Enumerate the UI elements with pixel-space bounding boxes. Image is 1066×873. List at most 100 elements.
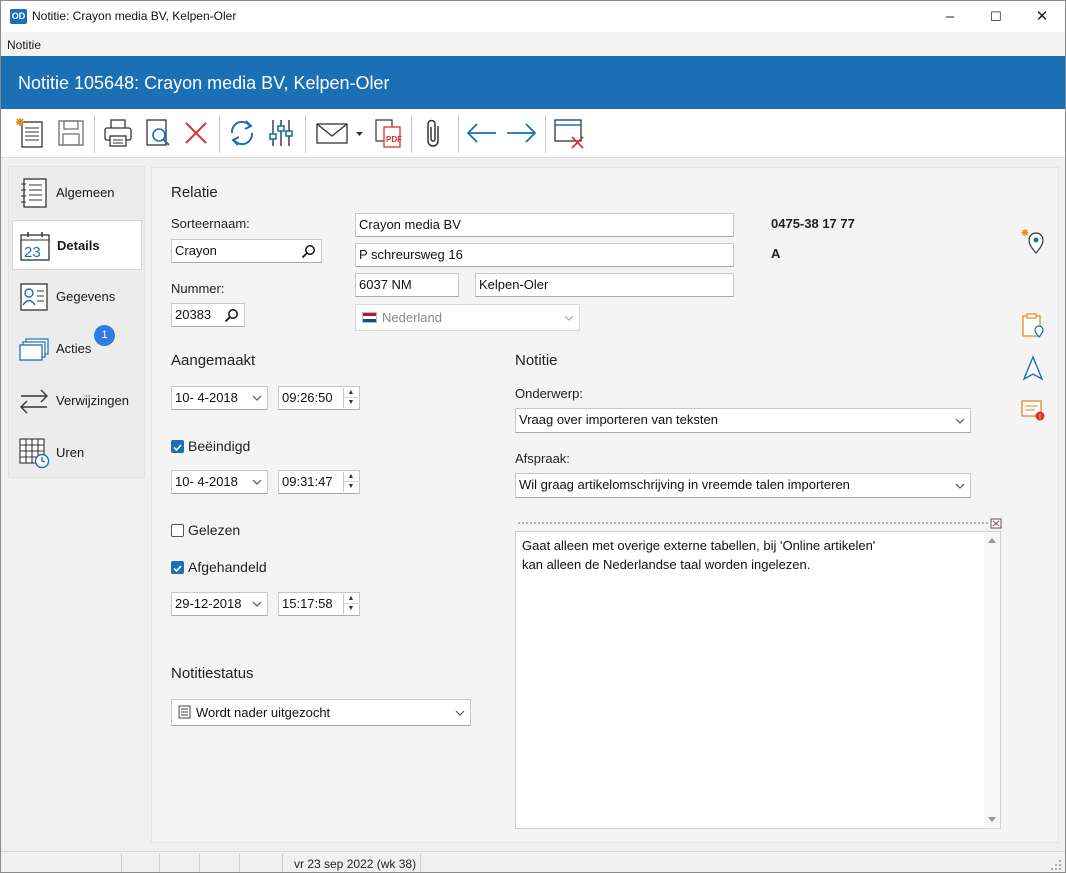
sidebar-item-gegevens[interactable]: Gegevens [12, 272, 142, 322]
navigate-icon[interactable] [1020, 355, 1046, 381]
refresh-icon[interactable] [224, 115, 260, 151]
nummer-value: 20383 [175, 307, 212, 322]
note-textarea[interactable]: Gaat alleen met overige externe tabellen… [515, 531, 1001, 829]
note-text-line-2: kan alleen de Nederlandse taal worden in… [522, 557, 811, 572]
chevron-down-icon [955, 483, 965, 489]
afgehandeld-checkbox[interactable] [171, 561, 184, 574]
resize-grip[interactable] [517, 521, 989, 525]
menu-bar: Notitie [1, 32, 1065, 56]
minimize-button[interactable]: – [927, 1, 973, 32]
arrow-left-icon[interactable] [464, 115, 500, 151]
attachment-icon[interactable] [416, 115, 452, 151]
settings-sliders-icon[interactable] [263, 115, 299, 151]
afgehandeld-time-field[interactable]: 15:17:58 ▲ ▼ [278, 592, 360, 616]
page-header: Notitie 105648: Crayon media BV, Kelpen-… [1, 56, 1065, 109]
message-alert-icon[interactable]: ! [1020, 397, 1046, 423]
toolbar: PDF [1, 109, 1065, 158]
contact-card-icon [20, 283, 48, 311]
time-spinner[interactable]: ▲ ▼ [343, 472, 358, 492]
sorteernaam-field[interactable]: Crayon [171, 239, 322, 263]
street-field[interactable]: P schreursweg 16 [355, 243, 734, 267]
chevron-down-icon [564, 315, 574, 321]
resize-grip-icon[interactable] [1050, 859, 1062, 871]
toolbar-divider [305, 115, 306, 153]
pdf-export-icon[interactable]: PDF [370, 115, 406, 151]
afspraak-select[interactable]: Wil graag artikelomschrijving in vreemde… [515, 473, 971, 498]
scroll-up-icon[interactable] [984, 534, 1000, 548]
sidebar-item-acties[interactable]: Acties 1 [12, 324, 142, 374]
sorteernaam-value: Crayon [175, 243, 217, 258]
nummer-field[interactable]: 20383 [171, 303, 245, 327]
beeindigd-checkbox[interactable] [171, 440, 184, 453]
menu-item-notitie[interactable]: Notitie [7, 38, 41, 52]
toolbar-divider [411, 115, 412, 153]
aangemaakt-time-field[interactable]: 09:26:50 ▲ ▼ [278, 386, 360, 410]
title-bar: OD Notitie: Crayon media BV, Kelpen-Oler… [1, 1, 1065, 32]
sidebar-item-label: Verwijzingen [56, 393, 129, 408]
scrollbar[interactable] [984, 532, 1000, 828]
toolbar-divider [458, 115, 459, 153]
save-icon[interactable] [53, 115, 89, 151]
country-value: Nederland [382, 310, 442, 325]
time-spinner[interactable]: ▲ ▼ [343, 388, 358, 408]
document-icon [21, 178, 47, 208]
preview-icon[interactable] [140, 115, 176, 151]
status-cell [160, 854, 200, 872]
gelezen-label: Gelezen [188, 522, 241, 538]
expand-icon[interactable] [990, 518, 1002, 529]
section-title-notitiestatus: Notitiestatus [171, 665, 254, 682]
time-spinner[interactable]: ▲ ▼ [343, 594, 358, 614]
close-window-icon[interactable] [551, 115, 587, 151]
new-note-icon[interactable] [13, 115, 49, 151]
flag-nl-icon [362, 312, 377, 323]
sidebar-item-verwijzingen[interactable]: Verwijzingen [12, 376, 142, 426]
relation-name-field[interactable]: Crayon media BV [355, 213, 734, 237]
beeindigd-date-field[interactable]: 10- 4-2018 [171, 470, 268, 494]
country-select[interactable]: Nederland [355, 304, 580, 331]
search-icon[interactable] [224, 308, 239, 323]
status-cell [240, 854, 283, 872]
notitiestatus-select[interactable]: Wordt nader uitgezocht [171, 699, 471, 726]
afgehandeld-label: Afgehandeld [188, 559, 267, 575]
gelezen-checkbox[interactable] [171, 524, 184, 537]
sidebar-item-uren[interactable]: Uren [12, 428, 142, 478]
sidebar-item-label: Details [57, 238, 100, 253]
document-icon [178, 705, 191, 719]
maximize-button[interactable]: ☐ [973, 1, 1019, 32]
postcode-field[interactable]: 6037 NM [355, 273, 459, 297]
status-cell [1, 854, 122, 872]
chevron-down-icon [455, 710, 465, 716]
delete-icon[interactable] [178, 115, 214, 151]
search-icon[interactable] [301, 244, 316, 259]
app-logo-icon: OD [10, 9, 27, 24]
beeindigd-time-field[interactable]: 09:31:47 ▲ ▼ [278, 470, 360, 494]
details-panel: Relatie Sorteernaam: Crayon Nummer: 2038… [151, 167, 1059, 843]
city-field[interactable]: Kelpen-Oler [475, 273, 734, 297]
chevron-down-icon [252, 395, 262, 401]
calendar-icon: 23 [20, 232, 50, 261]
close-button[interactable]: ✕ [1019, 1, 1065, 32]
sidebar-item-label: Gegevens [56, 289, 116, 304]
location-pin-new-icon[interactable] [1020, 228, 1046, 254]
sidebar-item-label: Algemeen [56, 185, 115, 200]
scroll-down-icon[interactable] [984, 812, 1000, 826]
arrow-right-icon[interactable] [503, 115, 539, 151]
sidebar-item-label: Uren [56, 445, 85, 460]
sidebar-item-details[interactable]: 23 Details [12, 220, 142, 270]
clipboard-location-icon[interactable] [1020, 312, 1046, 338]
afgehandeld-date-field[interactable]: 29-12-2018 [171, 592, 268, 616]
onderwerp-select[interactable]: Vraag over importeren van teksten [515, 408, 971, 433]
status-date: vr 23 sep 2022 (wk 38) [294, 857, 417, 871]
print-icon[interactable] [100, 115, 136, 151]
afgehandeld-date-value: 29-12-2018 [175, 596, 242, 611]
onderwerp-label: Onderwerp: [515, 386, 583, 401]
window-title: Notitie: Crayon media BV, Kelpen-Oler [32, 9, 237, 23]
beeindigd-time-value: 09:31:47 [282, 474, 333, 489]
aangemaakt-date-value: 10- 4-2018 [175, 390, 238, 405]
application-window: OD Notitie: Crayon media BV, Kelpen-Oler… [0, 0, 1066, 873]
timesheet-icon [19, 438, 50, 469]
mail-icon[interactable] [314, 115, 364, 151]
aangemaakt-date-field[interactable]: 10- 4-2018 [171, 386, 268, 410]
sidebar-item-algemeen[interactable]: Algemeen [12, 168, 142, 218]
chevron-down-icon [955, 418, 965, 424]
